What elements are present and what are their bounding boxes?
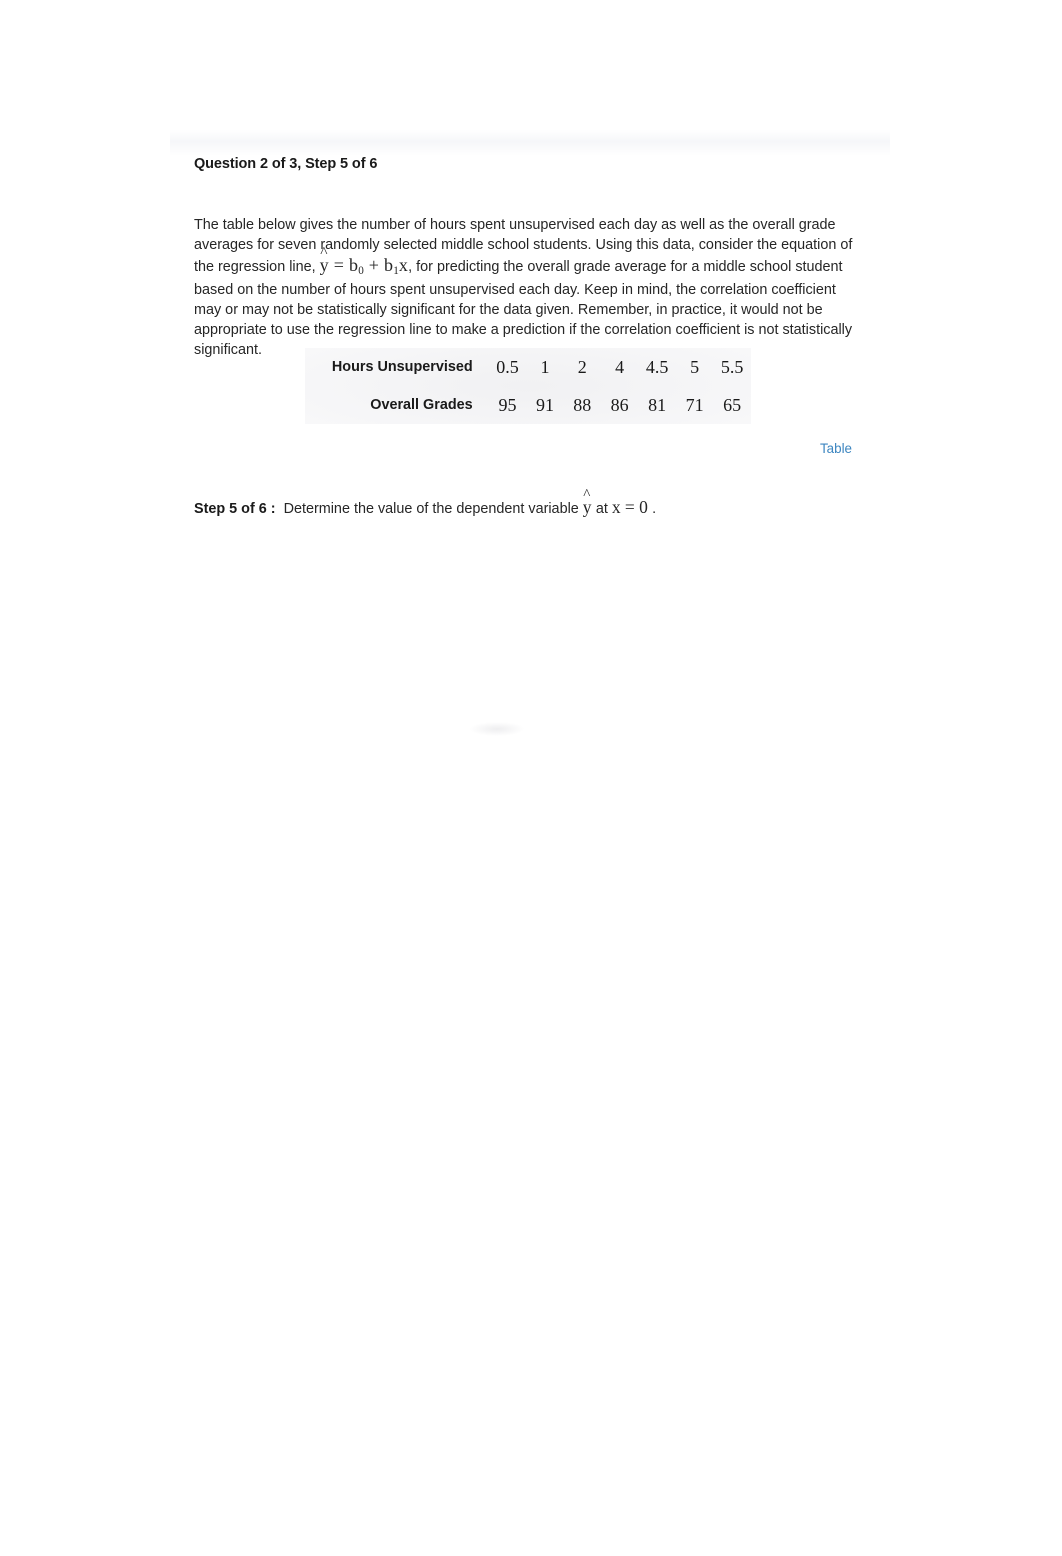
- scan-smudge-artifact: [470, 722, 524, 736]
- cell-hours-7: 5.5: [720, 356, 744, 377]
- scan-band-artifact: [170, 130, 890, 156]
- b1-symbol: b: [383, 254, 394, 275]
- table-link-row: Table: [194, 440, 852, 458]
- b0-subscript: 0: [358, 264, 364, 277]
- x-symbol: x: [611, 497, 621, 517]
- cell-hours-6: 5: [690, 356, 700, 377]
- cell-grade-6: 71: [685, 394, 704, 415]
- cell-hours-1: 0.5: [496, 356, 519, 377]
- table-row: Hours Unsupervised 0.5 1 2 4 4.5 5 5.5: [305, 348, 751, 386]
- table-row: Overall Grades 95 91 88 86 81 71 65: [305, 386, 751, 424]
- page-title: Question 2 of 3, Step 5 of 6: [194, 156, 378, 172]
- cell-grade-4: 86: [610, 394, 629, 415]
- row-header-overall-grades: Overall Grades: [370, 397, 473, 413]
- cell-grade-7: 65: [723, 394, 742, 415]
- document-page: Question 2 of 3, Step 5 of 6 The table b…: [0, 0, 1062, 1556]
- cell-hours-3: 2: [577, 356, 587, 377]
- period-symbol: .: [652, 501, 657, 517]
- table-link[interactable]: Table: [820, 441, 852, 456]
- problem-statement: The table below gives the number of hour…: [194, 172, 858, 360]
- step-prompt: Step 5 of 6 : Determine the value of the…: [194, 497, 656, 518]
- b0-symbol: b: [348, 254, 359, 275]
- cell-hours-5: 4.5: [645, 356, 669, 377]
- step-label: Step 5 of 6 :: [194, 501, 276, 517]
- cell-hours-2: 1: [540, 356, 550, 377]
- cell-grade-2: 91: [535, 394, 554, 415]
- step-instruction-text: Determine the value of the dependent var…: [283, 501, 579, 517]
- cell-hours-4: 4: [615, 356, 625, 377]
- equals-symbol: =: [624, 497, 636, 517]
- question-content: Question 2 of 3, Step 5 of 6 The table b…: [194, 156, 858, 360]
- plus-symbol: +: [368, 254, 380, 275]
- y-hat-symbol: y: [583, 497, 592, 518]
- cell-grade-3: 88: [573, 394, 592, 415]
- x-value: 0: [639, 497, 649, 517]
- x-symbol: x: [398, 254, 409, 275]
- cell-grade-5: 81: [648, 394, 667, 415]
- equals-symbol: =: [333, 254, 345, 275]
- step-at-word: at: [595, 501, 608, 517]
- cell-grade-1: 95: [498, 394, 517, 415]
- y-hat-symbol: y: [320, 255, 329, 276]
- row-header-hours-unsupervised: Hours Unsupervised: [331, 359, 473, 375]
- data-table: Hours Unsupervised 0.5 1 2 4 4.5 5 5.5 O…: [305, 348, 751, 424]
- regression-equation: y = b0 + b1x: [320, 254, 409, 277]
